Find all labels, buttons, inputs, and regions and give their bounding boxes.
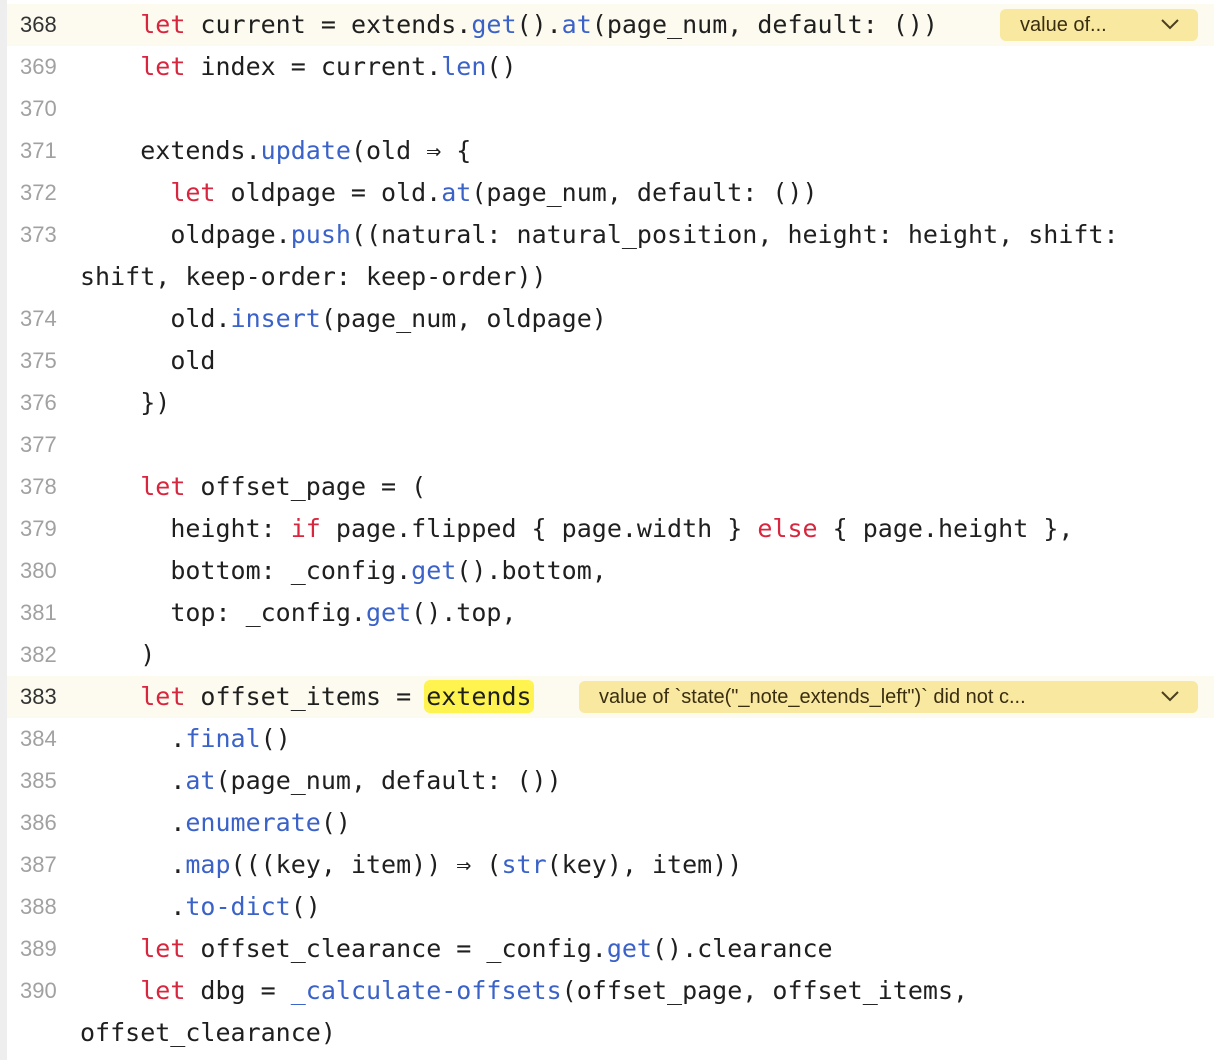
chevron-down-icon[interactable] (1160, 9, 1180, 41)
code-line-369[interactable]: 369 let index = current.len() (7, 46, 1214, 88)
line-number: 378 (20, 474, 57, 499)
line-number: 369 (20, 54, 57, 79)
line-number: 374 (20, 306, 57, 331)
code-text: old.insert(page_num, oldpage) (170, 304, 607, 333)
code-text: let offset_items = extends (140, 682, 532, 711)
code-line-375[interactable]: 375 old (7, 340, 1214, 382)
code-text: let oldpage = old.at(page_num, default: … (170, 178, 818, 207)
highlighted-symbol[interactable]: extends (426, 682, 532, 711)
code-line-387[interactable]: 387 .map(((key, item)) ⇒ (str(key), item… (7, 844, 1214, 886)
code-line-382[interactable]: 382 ) (7, 634, 1214, 676)
code-line-381[interactable]: 381 top: _config.get().top, (7, 592, 1214, 634)
code-text: .final() (170, 724, 291, 753)
line-number: 387 (20, 852, 57, 877)
inline-hint-text: value of `state("_note_extends_left")` d… (599, 686, 1026, 708)
code-line-390-wrap[interactable]: offset_clearance) (7, 1012, 1214, 1054)
line-number: 377 (20, 432, 57, 457)
code-text: .at(page_num, default: ()) (170, 766, 562, 795)
code-line-376[interactable]: 376 }) (7, 382, 1214, 424)
code-text: bottom: _config.get().bottom, (170, 556, 607, 585)
line-number: 371 (20, 138, 57, 163)
code-text: .map(((key, item)) ⇒ (str(key), item)) (170, 850, 743, 879)
line-number: 390 (20, 978, 57, 1003)
code-text: let index = current.len() (140, 52, 517, 81)
inline-hint[interactable]: value of... (1000, 9, 1198, 41)
code-text: ) (140, 640, 156, 669)
code-line-371[interactable]: 371 extends.update(old ⇒ { (7, 130, 1214, 172)
code-text-wrapped: shift, keep-order: keep-order)) (80, 262, 547, 291)
code-line-385[interactable]: 385 .at(page_num, default: ()) (7, 760, 1214, 802)
code-line-374[interactable]: 374 old.insert(page_num, oldpage) (7, 298, 1214, 340)
inline-hint[interactable]: value of `state("_note_extends_left")` d… (579, 681, 1198, 713)
code-text: let current = extends.get().at(page_num,… (140, 10, 938, 39)
line-number: 380 (20, 558, 57, 583)
line-number: 389 (20, 936, 57, 961)
code-text-wrapped: offset_clearance) (80, 1018, 336, 1047)
code-editor[interactable]: 368 let current = extends.get().at(page_… (0, 0, 1214, 1060)
code-text: }) (140, 388, 171, 417)
code-line-377[interactable]: 377 (7, 424, 1214, 466)
line-number: 385 (20, 768, 57, 793)
code-text: .to-dict() (170, 892, 321, 921)
code-text: old (170, 346, 216, 375)
code-line-388[interactable]: 388 .to-dict() (7, 886, 1214, 928)
chevron-down-icon[interactable] (1160, 681, 1180, 713)
code-line-389[interactable]: 389 let offset_clearance = _config.get()… (7, 928, 1214, 970)
line-number: 383 (20, 684, 57, 709)
inline-hint-text: value of... (1020, 14, 1107, 36)
code-text: let offset_clearance = _config.get().cle… (140, 934, 833, 963)
code-text: height: if page.flipped { page.width } e… (170, 514, 1074, 543)
code-text: extends.update(old ⇒ { (140, 136, 472, 165)
line-number: 384 (20, 726, 57, 751)
code-text: let offset_page = ( (140, 472, 427, 501)
line-number: 373 (20, 222, 57, 247)
line-number: 382 (20, 642, 57, 667)
line-number: 370 (20, 96, 57, 121)
line-number: 379 (20, 516, 57, 541)
code-line-368[interactable]: 368 let current = extends.get().at(page_… (7, 4, 1214, 46)
code-line-380[interactable]: 380 bottom: _config.get().bottom, (7, 550, 1214, 592)
code-line-373-wrap[interactable]: shift, keep-order: keep-order)) (7, 256, 1214, 298)
code-line-370[interactable]: 370 (7, 88, 1214, 130)
line-number: 386 (20, 810, 57, 835)
code-line-390[interactable]: 390 let dbg = _calculate-offsets(offset_… (7, 970, 1214, 1012)
line-number: 372 (20, 180, 57, 205)
code-line-379[interactable]: 379 height: if page.flipped { page.width… (7, 508, 1214, 550)
line-number: 368 (20, 12, 57, 37)
code-text: oldpage.push((natural: natural_position,… (170, 220, 1119, 249)
code-text: top: _config.get().top, (170, 598, 517, 627)
code-line-373[interactable]: 373 oldpage.push((natural: natural_posit… (7, 214, 1214, 256)
code-text: let dbg = _calculate-offsets(offset_page… (140, 976, 969, 1005)
line-number: 388 (20, 894, 57, 919)
code-text: .enumerate() (170, 808, 351, 837)
line-number: 376 (20, 390, 57, 415)
code-line-378[interactable]: 378 let offset_page = ( (7, 466, 1214, 508)
code-line-383[interactable]: 383 let offset_items = extends value of … (7, 676, 1214, 718)
line-number: 375 (20, 348, 57, 373)
code-line-384[interactable]: 384 .final() (7, 718, 1214, 760)
editor-left-margin (0, 0, 7, 1060)
code-line-386[interactable]: 386 .enumerate() (7, 802, 1214, 844)
line-number: 381 (20, 600, 57, 625)
code-line-372[interactable]: 372 let oldpage = old.at(page_num, defau… (7, 172, 1214, 214)
